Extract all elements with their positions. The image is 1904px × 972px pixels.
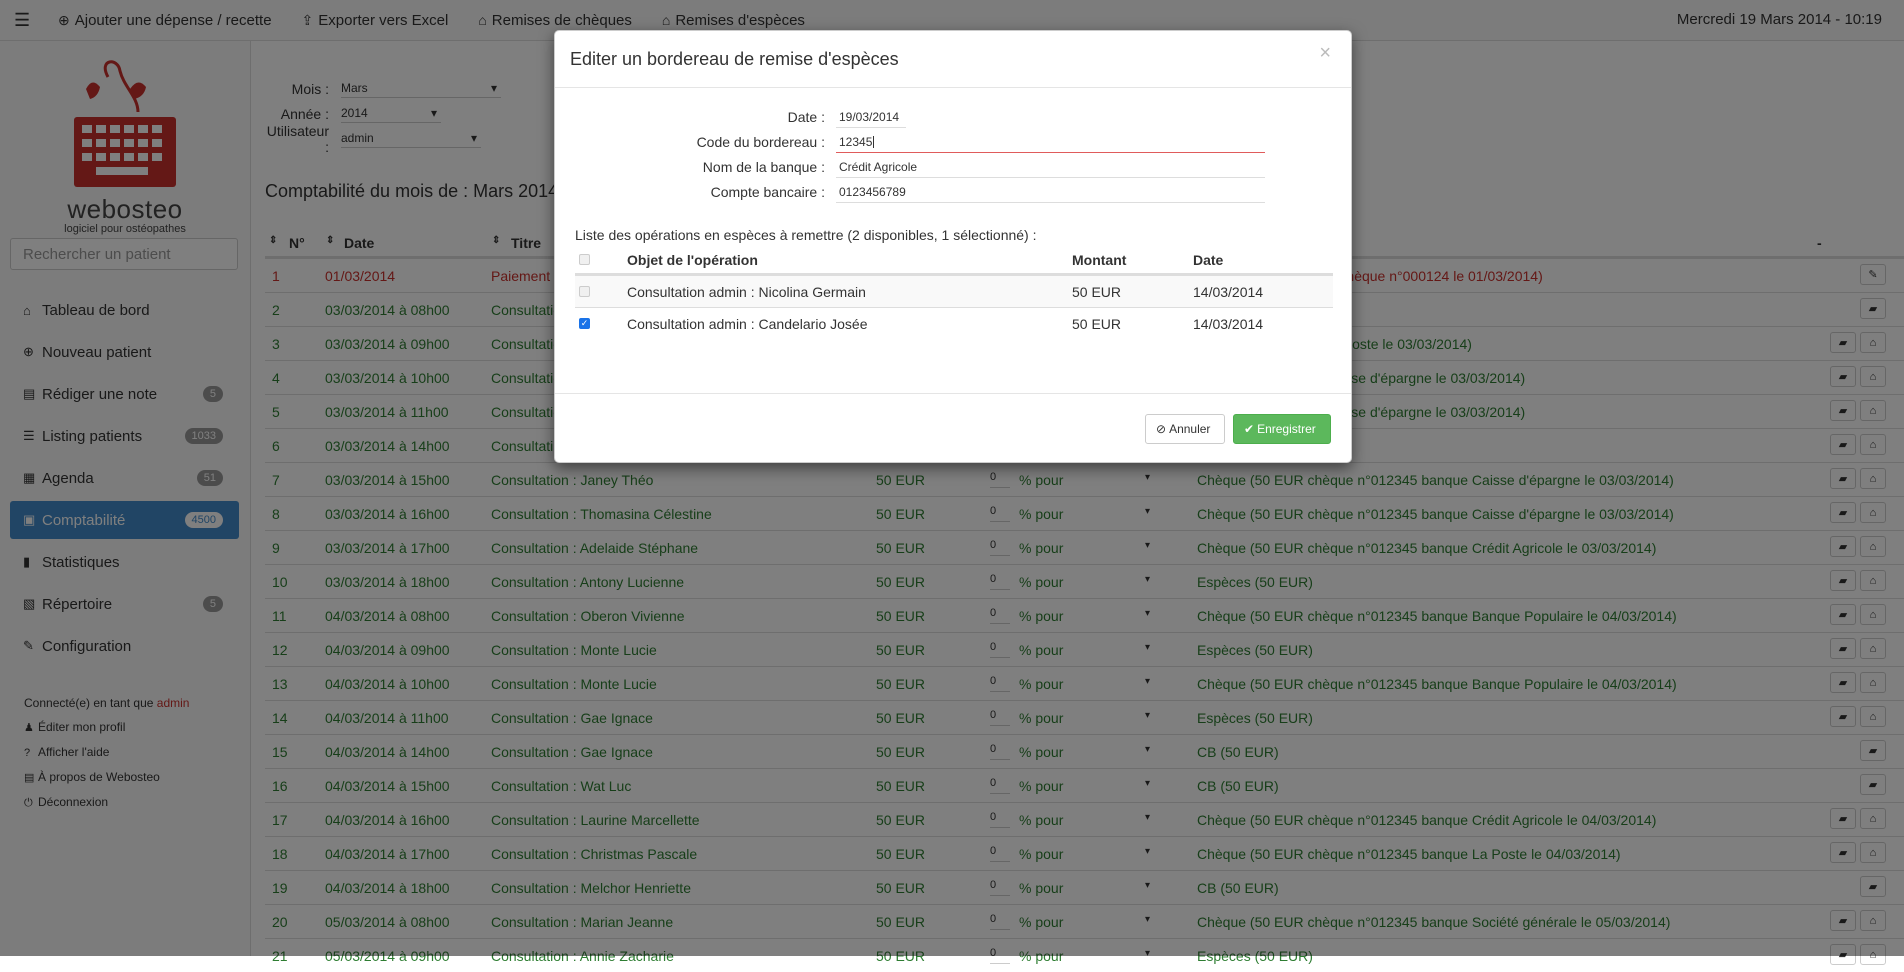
code-field-row: Code du bordereau :12345 <box>555 131 1353 155</box>
modal-footer: ⊘ Annuler ✔ Enregistrer <box>555 393 1351 464</box>
save-button[interactable]: ✔ Enregistrer <box>1233 414 1331 444</box>
close-icon[interactable]: × <box>1319 42 1331 65</box>
operation-checkbox[interactable] <box>579 286 590 297</box>
deposit-code-field[interactable]: 12345 <box>836 131 1265 153</box>
date-field-row: Date :19/03/2014 <box>555 106 1353 130</box>
operation-row[interactable]: ✓ Consultation admin : Candelario Josée … <box>575 307 1333 339</box>
modal-title: Editer un bordereau de remise d'espèces <box>570 49 899 69</box>
bank-account-field[interactable]: 0123456789 <box>836 181 1265 203</box>
operation-checkbox-checked[interactable]: ✓ <box>579 318 590 329</box>
bank-name-field[interactable]: Crédit Agricole <box>836 156 1265 178</box>
date-field[interactable]: 19/03/2014 <box>836 106 906 128</box>
select-all-checkbox[interactable] <box>579 254 590 265</box>
bank-account-row: Compte bancaire :0123456789 <box>555 181 1353 205</box>
col-amount: Montant <box>1072 252 1127 268</box>
col-object: Objet de l'opération <box>627 252 758 268</box>
check-icon: ✔ <box>1244 422 1255 436</box>
modal-header: Editer un bordereau de remise d'espèces … <box>555 31 1351 88</box>
operations-caption: Liste des opérations en espèces à remett… <box>575 227 1037 243</box>
text-cursor <box>873 135 875 148</box>
bank-name-row: Nom de la banque : Crédit Agricole <box>555 156 1353 180</box>
cash-deposit-modal: Editer un bordereau de remise d'espèces … <box>554 30 1352 463</box>
operations-table: Objet de l'opération Montant Date Consul… <box>575 249 1333 339</box>
ban-icon: ⊘ <box>1156 422 1167 436</box>
operation-row[interactable]: Consultation admin : Nicolina Germain 50… <box>575 275 1333 307</box>
operations-header: Objet de l'opération Montant Date <box>575 249 1333 275</box>
col-op-date: Date <box>1193 252 1224 268</box>
cancel-button[interactable]: ⊘ Annuler <box>1145 414 1225 444</box>
